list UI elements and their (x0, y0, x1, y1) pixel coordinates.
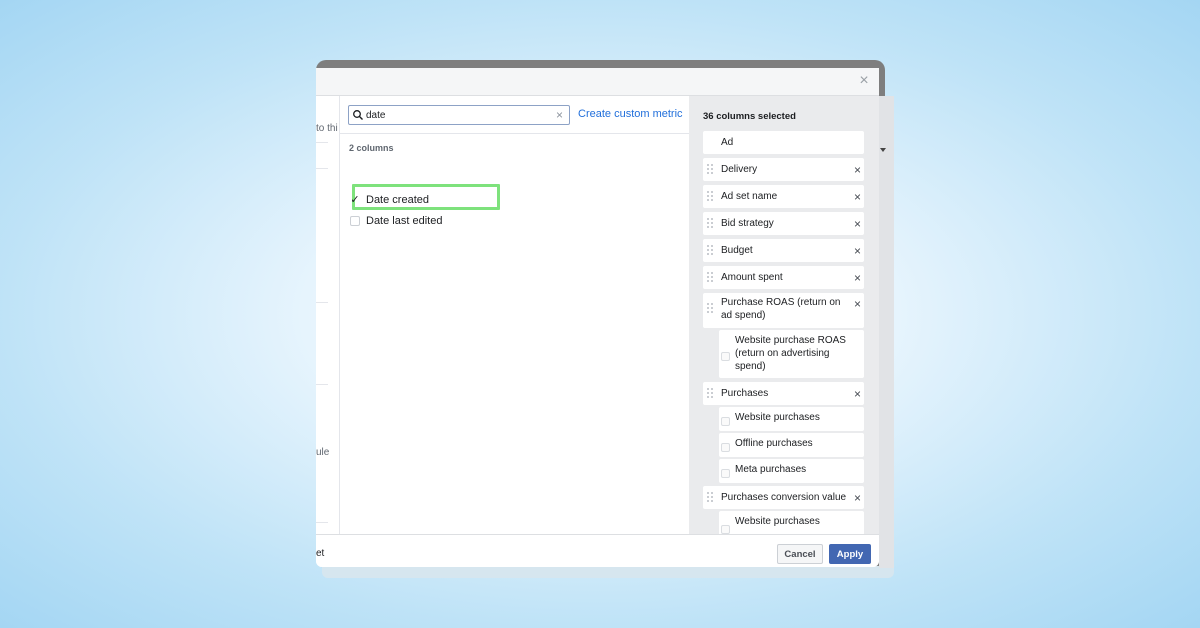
dialog-footer: et Cancel Apply (316, 534, 879, 567)
remove-icon[interactable]: × (854, 245, 861, 257)
column-label: Purchases (721, 388, 769, 399)
checkbox[interactable] (350, 216, 360, 226)
drag-handle-icon[interactable] (707, 191, 715, 201)
selected-count-title: 36 columns selected (703, 111, 796, 122)
search-icon (353, 110, 363, 120)
drag-handle-icon[interactable] (707, 245, 715, 255)
remove-icon[interactable]: × (854, 164, 861, 176)
subcolumn-label: Offline purchases (735, 438, 813, 449)
sidebar-divider (316, 384, 328, 385)
column-label: Ad set name (721, 191, 778, 202)
sidebar-divider (316, 302, 328, 303)
sidebar-text-fragment: to thi (316, 123, 338, 134)
search-field[interactable]: × (348, 105, 570, 125)
selected-column-budget[interactable]: Budget × (703, 239, 864, 262)
selected-column-delivery[interactable]: Delivery × (703, 158, 864, 181)
category-sidebar: to thi ule (316, 96, 340, 534)
selected-column-ad-set-name[interactable]: Ad set name × (703, 185, 864, 208)
remove-icon[interactable]: × (854, 218, 861, 230)
column-search-panel: × Create custom metric 2 columns ✓ Date … (340, 96, 689, 534)
column-label: Amount spent (721, 272, 783, 283)
customize-columns-dialog: × to thi ule × Create custom metric 2 co… (316, 68, 879, 567)
selected-columns-panel: 36 columns selected Ad Delivery × Ad set… (689, 96, 879, 534)
column-label: Bid strategy (721, 218, 774, 229)
checkbox[interactable] (721, 352, 730, 361)
sidebar-divider (316, 142, 328, 143)
caret-down-icon (880, 148, 886, 152)
checkbox[interactable] (721, 469, 730, 478)
subcolumn-label: Website purchases (735, 412, 820, 423)
selected-column-purchase-roas[interactable]: Purchase ROAS (return on ad spend) × (703, 293, 864, 328)
sidebar-divider (316, 522, 328, 523)
selected-subcolumn[interactable]: Website purchases (719, 407, 864, 431)
selected-column-bid-strategy[interactable]: Bid strategy × (703, 212, 864, 235)
checkmark-icon: ✓ (350, 194, 360, 206)
selected-column-ad: Ad (703, 131, 864, 154)
drag-handle-icon[interactable] (707, 303, 715, 313)
background-panel-strip (879, 96, 894, 568)
column-label: Delivery (721, 164, 758, 175)
subcolumn-label: Meta purchases (735, 464, 807, 475)
drag-handle-icon[interactable] (707, 164, 715, 174)
selected-subcolumn[interactable]: Offline purchases (719, 433, 864, 457)
remove-icon[interactable]: × (854, 272, 861, 284)
column-label: Purchase ROAS (return on ad spend) (721, 297, 841, 321)
column-label: Ad (721, 137, 734, 148)
drag-handle-icon[interactable] (707, 218, 715, 228)
results-count: 2 columns (349, 143, 394, 153)
apply-button[interactable]: Apply (829, 544, 871, 564)
sidebar-text-fragment: ule (316, 447, 330, 458)
subcolumn-label: Website purchase ROAS (return on adverti… (735, 335, 846, 372)
dialog-header: × (316, 68, 879, 96)
selected-column-purchases-conversion-value[interactable]: Purchases conversion value × (703, 486, 864, 509)
column-label: Budget (721, 245, 753, 256)
clear-search-icon[interactable]: × (556, 108, 563, 122)
window-shadow (322, 566, 894, 578)
selected-subcolumn[interactable]: Website purchase ROAS (return on adverti… (719, 330, 864, 378)
selected-column-amount-spent[interactable]: Amount spent × (703, 266, 864, 289)
column-label: Purchases conversion value (721, 492, 847, 503)
drag-handle-icon[interactable] (707, 388, 715, 398)
checkbox[interactable] (721, 525, 730, 534)
subcolumn-label: Website purchases (735, 516, 820, 527)
column-option-date-created[interactable]: ✓ Date created (350, 192, 429, 208)
divider (340, 133, 689, 134)
remove-icon[interactable]: × (854, 298, 861, 310)
drag-handle-icon[interactable] (707, 492, 715, 502)
close-icon[interactable]: × (857, 73, 871, 89)
checkbox[interactable] (721, 417, 730, 426)
cancel-button[interactable]: Cancel (777, 544, 823, 564)
option-label: Date created (366, 194, 429, 206)
search-input[interactable] (366, 108, 546, 122)
remove-icon[interactable]: × (854, 492, 861, 504)
sidebar-divider (316, 168, 328, 169)
selected-subcolumn[interactable]: Website purchases (719, 511, 864, 534)
checkbox[interactable] (721, 443, 730, 452)
selected-subcolumn[interactable]: Meta purchases (719, 459, 864, 483)
remove-icon[interactable]: × (854, 191, 861, 203)
selected-column-purchases[interactable]: Purchases × (703, 382, 864, 405)
drag-handle-icon[interactable] (707, 272, 715, 282)
column-option-date-last-edited[interactable]: Date last edited (350, 213, 442, 229)
create-custom-metric-link[interactable]: Create custom metric (578, 108, 683, 120)
footer-text-fragment: et (316, 548, 325, 559)
remove-icon[interactable]: × (854, 388, 861, 400)
option-label: Date last edited (366, 215, 443, 227)
